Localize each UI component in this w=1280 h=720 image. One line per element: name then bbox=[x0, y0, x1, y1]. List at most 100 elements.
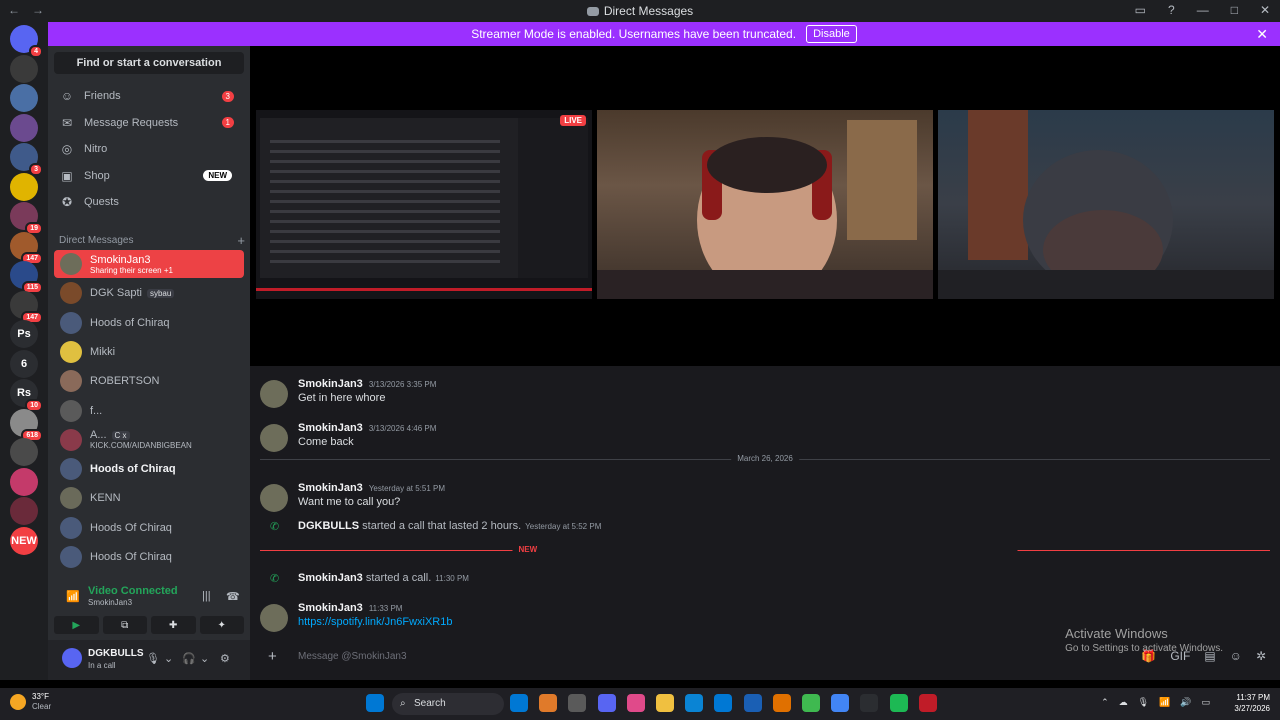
wifi-icon[interactable]: 📶 bbox=[1159, 697, 1170, 708]
server-icon[interactable]: NEW bbox=[10, 526, 38, 555]
dm-item[interactable]: Hoods of Chiraq bbox=[54, 455, 244, 483]
server-icon[interactable]: 147 bbox=[10, 231, 43, 265]
camera-tile-2[interactable] bbox=[938, 110, 1274, 299]
avatar[interactable] bbox=[260, 380, 288, 408]
taskbar-app-icon[interactable] bbox=[656, 694, 674, 712]
taskbar-app-icon[interactable] bbox=[539, 694, 558, 712]
server-icon[interactable] bbox=[10, 113, 38, 142]
taskbar-app-icon[interactable] bbox=[889, 694, 908, 712]
disable-streamer-button[interactable]: Disable bbox=[806, 25, 857, 43]
taskbar-app-icon[interactable] bbox=[860, 694, 879, 712]
message-author[interactable]: SmokinJan3 bbox=[298, 422, 363, 434]
avatar[interactable] bbox=[260, 604, 288, 632]
chevron-down-icon[interactable]: ⌄ bbox=[200, 652, 209, 665]
taskbar-app-icon[interactable] bbox=[831, 694, 850, 712]
disconnect-icon[interactable]: ☎ bbox=[226, 590, 240, 603]
server-icon[interactable]: 6 bbox=[10, 349, 38, 378]
taskbar-app-icon[interactable] bbox=[568, 694, 587, 712]
server-icon[interactable] bbox=[10, 54, 38, 83]
inbox-icon[interactable]: ▭ bbox=[1135, 3, 1146, 17]
microphone-tray-icon[interactable]: 🎙 bbox=[1138, 697, 1149, 708]
microphone-icon[interactable]: 🎙 bbox=[146, 652, 160, 665]
chevron-up-icon[interactable]: ⌃ bbox=[1101, 697, 1109, 708]
dm-item[interactable]: DGK Sapti sybau bbox=[54, 279, 244, 307]
server-icon[interactable]: Ps bbox=[10, 320, 38, 348]
noise-suppression-icon[interactable]: ||| bbox=[202, 590, 211, 602]
taskbar-app-icon[interactable] bbox=[714, 694, 733, 712]
server-icon[interactable]: 147 bbox=[10, 290, 43, 324]
dm-item[interactable]: SmokinJan3 Sharing their screen +1 bbox=[54, 250, 244, 278]
message-author[interactable]: SmokinJan3 bbox=[298, 482, 363, 494]
server-icon[interactable] bbox=[10, 438, 38, 466]
taskbar-app-icon[interactable] bbox=[772, 694, 791, 712]
avatar[interactable] bbox=[260, 484, 288, 512]
server-icon[interactable] bbox=[10, 84, 38, 112]
activities-button[interactable]: ✚ bbox=[151, 616, 196, 634]
message-author[interactable]: SmokinJan3 bbox=[298, 378, 363, 390]
close-window-icon[interactable]: ✕ bbox=[1260, 3, 1270, 17]
dm-item[interactable]: ROBERTSON bbox=[54, 367, 244, 395]
nav-item-quests[interactable]: ✪ Quests bbox=[54, 190, 244, 214]
server-icon[interactable] bbox=[10, 467, 38, 496]
taskbar-clock[interactable]: 11:37 PM 3/27/2026 bbox=[1234, 692, 1270, 714]
avatar[interactable] bbox=[62, 648, 82, 668]
close-banner-icon[interactable]: ✕ bbox=[1256, 26, 1268, 43]
help-icon[interactable]: ? bbox=[1168, 3, 1175, 17]
server-icon[interactable]: 3 bbox=[10, 143, 43, 176]
nav-item-shop[interactable]: ▣ Shop NEW bbox=[54, 164, 244, 188]
quests-icon: ✪ bbox=[61, 195, 73, 209]
taskbar-app-icon[interactable] bbox=[918, 694, 937, 712]
taskbar-app-icon[interactable] bbox=[597, 694, 616, 712]
message-link[interactable]: https://spotify.link/Jn6FwxiXR1b bbox=[298, 616, 452, 628]
server-icon[interactable]: 618 bbox=[10, 408, 43, 442]
dm-item[interactable]: KENN bbox=[54, 484, 244, 512]
battery-icon[interactable]: ▭ bbox=[1201, 697, 1210, 708]
dm-item[interactable]: A... C x KICK.COM/AIDANBIGBEAN bbox=[54, 426, 244, 454]
server-icon[interactable] bbox=[10, 172, 38, 201]
avatar[interactable] bbox=[260, 424, 288, 452]
maximize-icon[interactable]: □ bbox=[1231, 3, 1238, 17]
server-icon[interactable]: 19 bbox=[10, 202, 43, 235]
attach-plus-icon[interactable]: + bbox=[268, 648, 277, 665]
camera-button[interactable]: ▶ bbox=[54, 616, 99, 634]
taskbar-app-icon[interactable] bbox=[802, 694, 820, 712]
volume-icon[interactable]: 🔊 bbox=[1180, 697, 1191, 708]
find-conversation-button[interactable]: Find or start a conversation bbox=[54, 52, 244, 74]
nav-item-message-requests[interactable]: ✉ Message Requests 1 bbox=[54, 111, 244, 135]
message-author[interactable]: SmokinJan3 bbox=[298, 602, 363, 614]
server-icon[interactable]: 115 bbox=[10, 261, 43, 294]
stream-tile-screen-share[interactable]: LIVE bbox=[256, 110, 592, 299]
nav-item-friends[interactable]: ☺ Friends 3 bbox=[54, 84, 244, 108]
server-icon[interactable]: Rs 10 bbox=[10, 379, 43, 412]
apps-icon[interactable]: ✲ bbox=[1256, 649, 1266, 663]
soundboard-button[interactable]: ✦ bbox=[199, 616, 244, 634]
dm-item[interactable]: Hoods Of Chiraq bbox=[54, 514, 244, 542]
settings-gear-icon[interactable]: ⚙ bbox=[220, 652, 230, 665]
taskbar-search[interactable]: ⌕ Search bbox=[392, 693, 504, 715]
voice-status[interactable]: Video Connected bbox=[88, 585, 178, 597]
taskbar-app-icon[interactable] bbox=[685, 694, 704, 712]
minimize-icon[interactable]: — bbox=[1197, 3, 1209, 17]
server-icon[interactable]: 4 bbox=[10, 25, 43, 58]
call-author[interactable]: DGKBULLS bbox=[298, 520, 359, 532]
dm-item[interactable]: Mikki bbox=[54, 338, 244, 366]
message-input[interactable]: Message @SmokinJan3 bbox=[298, 651, 407, 662]
chevron-down-icon[interactable]: ⌄ bbox=[164, 652, 173, 665]
start-menu-icon[interactable] bbox=[366, 694, 384, 712]
create-dm-icon[interactable]: + bbox=[237, 233, 245, 248]
emoji-icon[interactable]: ☺ bbox=[1230, 649, 1242, 663]
screen-share-button[interactable]: ⧉ bbox=[102, 616, 147, 634]
taskbar-app-icon[interactable] bbox=[743, 694, 762, 712]
cloud-icon[interactable]: ☁ bbox=[1119, 697, 1128, 708]
dm-item[interactable]: f... bbox=[54, 397, 244, 425]
taskbar-app-icon[interactable] bbox=[626, 694, 645, 712]
headphones-icon[interactable]: 🎧 bbox=[182, 652, 196, 665]
nav-item-nitro[interactable]: ◎ Nitro bbox=[54, 137, 244, 161]
camera-tile-1[interactable] bbox=[597, 110, 933, 299]
server-icon[interactable] bbox=[10, 497, 38, 525]
call-author[interactable]: SmokinJan3 bbox=[298, 572, 363, 584]
signal-icon[interactable]: 📶 bbox=[66, 590, 80, 603]
taskbar-app-icon[interactable] bbox=[510, 694, 528, 712]
dm-item[interactable]: Hoods Of Chiraq bbox=[54, 543, 244, 571]
dm-item[interactable]: Hoods of Chiraq bbox=[54, 309, 244, 337]
